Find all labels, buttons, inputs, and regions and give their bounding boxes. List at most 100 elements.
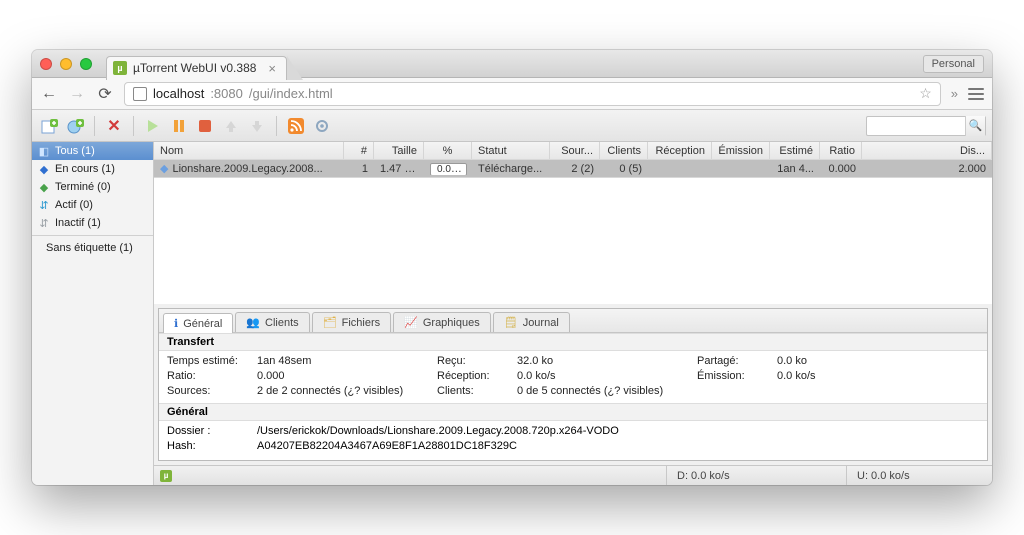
row-num: 1 bbox=[344, 163, 374, 175]
torrent-status-icon: ◆ bbox=[160, 162, 168, 175]
row-avail: 2.000 bbox=[862, 163, 992, 175]
completed-icon: ◆ bbox=[38, 181, 50, 193]
folder-value: /Users/erickok/Downloads/Lionshare.2009.… bbox=[257, 425, 979, 437]
tab-label: Journal bbox=[523, 317, 559, 329]
eta-label: Temps estimé: bbox=[167, 355, 257, 367]
col-sources[interactable]: Sour... bbox=[550, 142, 600, 159]
sidebar-item-label: Terminé (0) bbox=[55, 181, 111, 193]
status-upload-text: U: 0.0 ko/s bbox=[857, 470, 910, 482]
move-down-button[interactable] bbox=[246, 115, 268, 137]
browser-tab[interactable]: µ µTorrent WebUI v0.388 × bbox=[106, 56, 287, 80]
new-tab-button[interactable] bbox=[287, 56, 303, 80]
col-percent[interactable]: % bbox=[424, 142, 472, 159]
tab-general[interactable]: ℹGénéral bbox=[163, 313, 233, 333]
sidebar-item-label: Sans étiquette (1) bbox=[46, 242, 133, 254]
settings-button[interactable] bbox=[311, 115, 333, 137]
close-tab-icon[interactable]: × bbox=[268, 61, 276, 76]
col-size[interactable]: Taille bbox=[374, 142, 424, 159]
search-icon[interactable]: 🔍 bbox=[965, 116, 985, 136]
downloading-icon: ◆ bbox=[38, 163, 50, 175]
transfer-grid: Temps estimé: 1an 48sem Reçu: 32.0 ko Pa… bbox=[159, 351, 987, 403]
row-status: Télécharge... bbox=[472, 163, 550, 175]
address-bar[interactable]: localhost:8080/gui/index.html ☆ bbox=[124, 82, 941, 106]
sidebar-item-all[interactable]: ◧ Tous (1) bbox=[32, 142, 153, 160]
col-status[interactable]: Statut bbox=[472, 142, 550, 159]
minimize-window-button[interactable] bbox=[60, 58, 72, 70]
sidebar-item-inactive[interactable]: ⇵ Inactif (1) bbox=[32, 214, 153, 232]
emission-value: 0.0 ko/s bbox=[777, 370, 897, 382]
ratio-label: Ratio: bbox=[167, 370, 257, 382]
reception-label: Réception: bbox=[437, 370, 517, 382]
hash-label: Hash: bbox=[167, 440, 257, 452]
remove-button[interactable]: ✕ bbox=[103, 115, 125, 137]
col-clients[interactable]: Clients bbox=[600, 142, 648, 159]
shared-value: 0.0 ko bbox=[777, 355, 897, 367]
active-icon: ⇵ bbox=[38, 199, 50, 211]
emission-label: Émission: bbox=[697, 370, 777, 382]
stop-button[interactable] bbox=[194, 115, 216, 137]
tab-graphs[interactable]: 📈Graphiques bbox=[393, 312, 491, 332]
rss-button[interactable] bbox=[285, 115, 307, 137]
overflow-icon[interactable]: » bbox=[951, 86, 958, 101]
start-button[interactable] bbox=[142, 115, 164, 137]
col-emission[interactable]: Émission bbox=[712, 142, 770, 159]
sidebar-item-active[interactable]: ⇵ Actif (0) bbox=[32, 196, 153, 214]
app-window: µ µTorrent WebUI v0.388 × Personal ← → ⟳… bbox=[32, 50, 992, 485]
add-torrent-file-button[interactable] bbox=[38, 115, 60, 137]
col-ratio[interactable]: Ratio bbox=[820, 142, 862, 159]
url-toolbar: ← → ⟳ localhost:8080/gui/index.html ☆ » bbox=[32, 78, 992, 110]
col-num[interactable]: # bbox=[344, 142, 374, 159]
sidebar-item-completed[interactable]: ◆ Terminé (0) bbox=[32, 178, 153, 196]
bookmark-star-icon[interactable]: ☆ bbox=[919, 85, 932, 102]
window-controls bbox=[40, 58, 92, 70]
status-download-text: D: 0.0 ko/s bbox=[677, 470, 730, 482]
clients-label: Clients: bbox=[437, 385, 517, 397]
row-clients: 0 (5) bbox=[600, 163, 648, 175]
row-pct-cell: 0.0% bbox=[424, 163, 472, 175]
files-icon: 🗂 bbox=[323, 316, 337, 329]
torrent-table-header[interactable]: Nom # Taille % Statut Sour... Clients Ré… bbox=[154, 142, 992, 160]
tab-clients[interactable]: 👥Clients bbox=[235, 312, 309, 332]
tab-label: Clients bbox=[265, 317, 299, 329]
forward-button[interactable]: → bbox=[68, 85, 86, 103]
back-button[interactable]: ← bbox=[40, 85, 58, 103]
sidebar: ◧ Tous (1) ◆ En cours (1) ◆ Terminé (0) … bbox=[32, 142, 154, 485]
move-up-button[interactable] bbox=[220, 115, 242, 137]
reload-button[interactable]: ⟳ bbox=[96, 84, 114, 104]
received-label: Reçu: bbox=[437, 355, 517, 367]
search-box[interactable]: 🔍 bbox=[866, 116, 986, 136]
url-path: /gui/index.html bbox=[249, 86, 333, 101]
section-transfer: Transfert bbox=[159, 333, 987, 351]
col-name[interactable]: Nom bbox=[154, 142, 344, 159]
clients-value: 0 de 5 connectés (¿? visibles) bbox=[517, 385, 897, 397]
menu-icon[interactable] bbox=[968, 88, 984, 100]
log-icon: 🗒 bbox=[504, 316, 518, 329]
row-ratio: 0.000 bbox=[820, 163, 862, 175]
close-window-button[interactable] bbox=[40, 58, 52, 70]
app-toolbar: ✕ 🔍 bbox=[32, 110, 992, 142]
sources-label: Sources: bbox=[167, 385, 257, 397]
url-port: :8080 bbox=[210, 86, 243, 101]
zoom-window-button[interactable] bbox=[80, 58, 92, 70]
add-torrent-url-button[interactable] bbox=[64, 115, 86, 137]
row-size: 1.47 Go bbox=[374, 163, 424, 175]
hash-value: A04207EB82204A3467A69E8F1A28801DC18F329C bbox=[257, 440, 979, 452]
row-name: Lionshare.2009.Legacy.2008... bbox=[172, 163, 322, 175]
col-eta[interactable]: Estimé bbox=[770, 142, 820, 159]
utorrent-favicon-icon: µ bbox=[113, 61, 127, 75]
tab-label: Général bbox=[183, 318, 222, 330]
sidebar-item-label: Actif (0) bbox=[55, 199, 93, 211]
torrent-row[interactable]: ◆ Lionshare.2009.Legacy.2008... 1 1.47 G… bbox=[154, 160, 992, 178]
tab-files[interactable]: 🗂Fichiers bbox=[312, 312, 391, 332]
section-general: Général bbox=[159, 403, 987, 421]
col-reception[interactable]: Réception bbox=[648, 142, 712, 159]
pause-button[interactable] bbox=[168, 115, 190, 137]
sidebar-item-downloading[interactable]: ◆ En cours (1) bbox=[32, 160, 153, 178]
col-avail[interactable]: Dis... bbox=[862, 142, 992, 159]
sidebar-item-no-label[interactable]: Sans étiquette (1) bbox=[32, 239, 153, 257]
profile-badge[interactable]: Personal bbox=[923, 55, 984, 73]
eta-value: 1an 48sem bbox=[257, 355, 437, 367]
status-download: D: 0.0 ko/s bbox=[666, 466, 846, 485]
torrent-table-body[interactable] bbox=[154, 178, 992, 304]
tab-journal[interactable]: 🗒 Journal bbox=[493, 312, 570, 332]
